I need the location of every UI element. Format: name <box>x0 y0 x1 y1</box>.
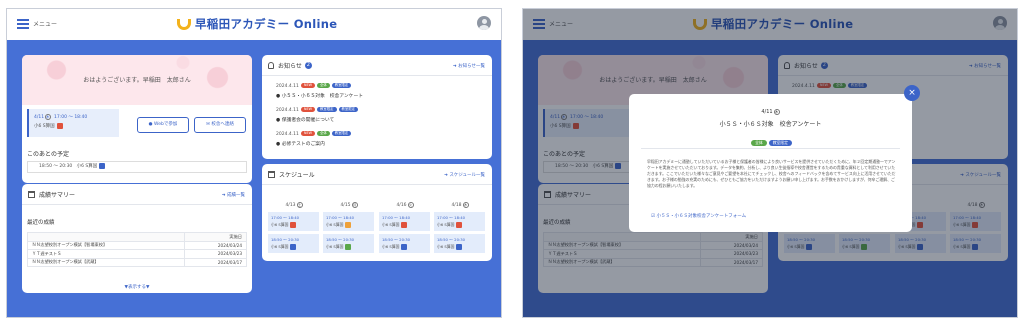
table-row[interactable]: ＹＴ週テストＳ 2024/03/23 <box>26 249 247 259</box>
schedule-cell[interactable]: 18:50 ～ 20:30 小6 S算国 <box>268 234 319 253</box>
notice-item-date: 2024.4.11 NEW 全体 教室限定 <box>276 131 352 137</box>
notice-item-title[interactable]: ● 保護者会の開催について <box>276 116 334 123</box>
modal-date: 4/11 木 <box>761 109 780 115</box>
notice-item-date: 2024.4.11 NEW 全体 教室限定 <box>276 83 352 89</box>
schedule-list-link[interactable]: ➜ スケジュール一覧 <box>444 172 485 178</box>
schedule-cell[interactable]: 18:50 ～ 20:30 小6 S算国 <box>434 234 485 253</box>
schedule-cell[interactable]: 17:00 ～ 18:40 小6 S算国 <box>434 212 485 231</box>
notice-count-badge: 2 <box>304 62 312 69</box>
table-row[interactable]: ＮＮ志望校別オープン模試【智場東校】 2024/03/24 <box>26 240 247 250</box>
notice-item-title[interactable]: ● 小５Ｓ・小６Ｓ対象 校舎アンケート <box>276 92 363 99</box>
grade-list-link[interactable]: ➜ 成績一覧 <box>222 192 245 198</box>
grade-title: 成績サマリー <box>28 190 75 199</box>
schedule-cell[interactable]: 17:00 ～ 18:40 小6 S算国 <box>379 212 430 231</box>
modal-tags: 全体 教室限定 <box>629 130 912 149</box>
grade-summary-card: 成績サマリー ➜ 成績一覧 最近の成績 実施日 ＮＮ志望校別オープン模試【智場東… <box>22 184 252 293</box>
schedule-cell[interactable]: 18:50 ～ 20:30 小6 S算国 <box>323 234 374 253</box>
app-logo[interactable]: 早稲田アカデミー Online <box>177 16 337 32</box>
greeting-card: おはようございます。早稲田 太郎さん 4/11 木 17:00 ～ 18:40 小… <box>22 55 252 183</box>
notice-detail-modal: 4/11 木 小５Ｓ・小６Ｓ対象 校舎アンケート 全体 教室限定 早稲田アカデミーに… <box>629 94 912 232</box>
status-marker-icon <box>56 122 63 129</box>
contact-school-button[interactable]: ✉ 校舎へ連絡 <box>194 117 246 133</box>
upcoming-row[interactable]: 18:50 ～ 20:30 小6 S算国 <box>27 161 247 173</box>
today-slot[interactable]: 4/11 木 17:00 ～ 18:40 小6 S算国 <box>27 109 119 137</box>
schedule-card: スケジュール ➜ スケジュール一覧 4/13 土 4/15 月 4/16 火 4/18… <box>262 164 492 261</box>
calendar-icon <box>268 171 275 178</box>
hamburger-menu-icon[interactable] <box>17 19 29 29</box>
day-header: 4/15 月 <box>340 202 358 208</box>
schedule-cell[interactable]: 17:00 ～ 18:40 小6 S算国 <box>323 212 374 231</box>
dashboard-screen: メニュー 早稲田アカデミー Online おはようございます。早稲田 太郎さん … <box>6 8 502 318</box>
day-header: 4/13 土 <box>285 202 303 208</box>
upcoming-heading: このあとの予定 <box>27 151 69 158</box>
user-avatar-icon[interactable] <box>477 16 491 30</box>
day-header: 4/18 木 <box>451 202 469 208</box>
grades-table: 実施日 ＮＮ志望校別オープン模試【智場東校】 2024/03/24 ＹＴ週テストＳ… <box>26 232 247 267</box>
schedule-cell[interactable]: 18:50 ～ 20:30 小6 S算国 <box>379 234 430 253</box>
day-header: 4/16 火 <box>396 202 414 208</box>
notice-card: お知らせ 2 ➜ お知らせ一覧 2024.4.11 NEW 全体 教室限定 ● 小５Ｓ・… <box>262 55 492 159</box>
schedule-cell[interactable]: 17:00 ～ 18:40 小6 S算国 <box>268 212 319 231</box>
notice-item-date: 2024.4.11 NEW 教室限定 教室限定 <box>276 107 359 113</box>
greeting-text: おはようございます。早稲田 太郎さん <box>83 77 191 84</box>
notice-title: お知らせ 2 <box>268 61 312 70</box>
survey-form-link[interactable]: ☑ 小５Ｓ・小６Ｓ対象校舎アンケートフォーム <box>651 213 746 219</box>
web-join-button[interactable]: ● Webで参加 <box>137 117 189 133</box>
show-more-link[interactable]: ▼表示する▼ <box>22 284 252 290</box>
modal-body-text: 早稲田アカデミーに通塾していただいているお子様と保護者の皆様により良いサービスを… <box>647 159 896 188</box>
notice-list-link[interactable]: ➜ お知らせ一覧 <box>453 63 485 69</box>
notice-item-title[interactable]: ● 必修テストのご案内 <box>276 140 325 147</box>
chart-icon <box>28 191 35 198</box>
modal-title: 小５Ｓ・小６Ｓ対象 校舎アンケート <box>719 121 822 128</box>
menu-label[interactable]: メニュー <box>33 19 57 28</box>
dashboard-modal-screen: メニュー 早稲田アカデミー Online おはようございます。早稲田 太郎さん … <box>522 8 1018 318</box>
schedule-title: スケジュール <box>268 170 315 179</box>
app-header: メニュー 早稲田アカデミー Online <box>7 9 501 40</box>
close-icon[interactable]: × <box>904 85 920 101</box>
recent-grades-heading: 最近の成績 <box>27 220 55 226</box>
table-row[interactable]: ＮＮ志望校別オープン模試【武蔵】 2024/03/17 <box>26 257 247 267</box>
bell-icon <box>268 62 274 69</box>
logo-mark-icon <box>177 18 191 30</box>
